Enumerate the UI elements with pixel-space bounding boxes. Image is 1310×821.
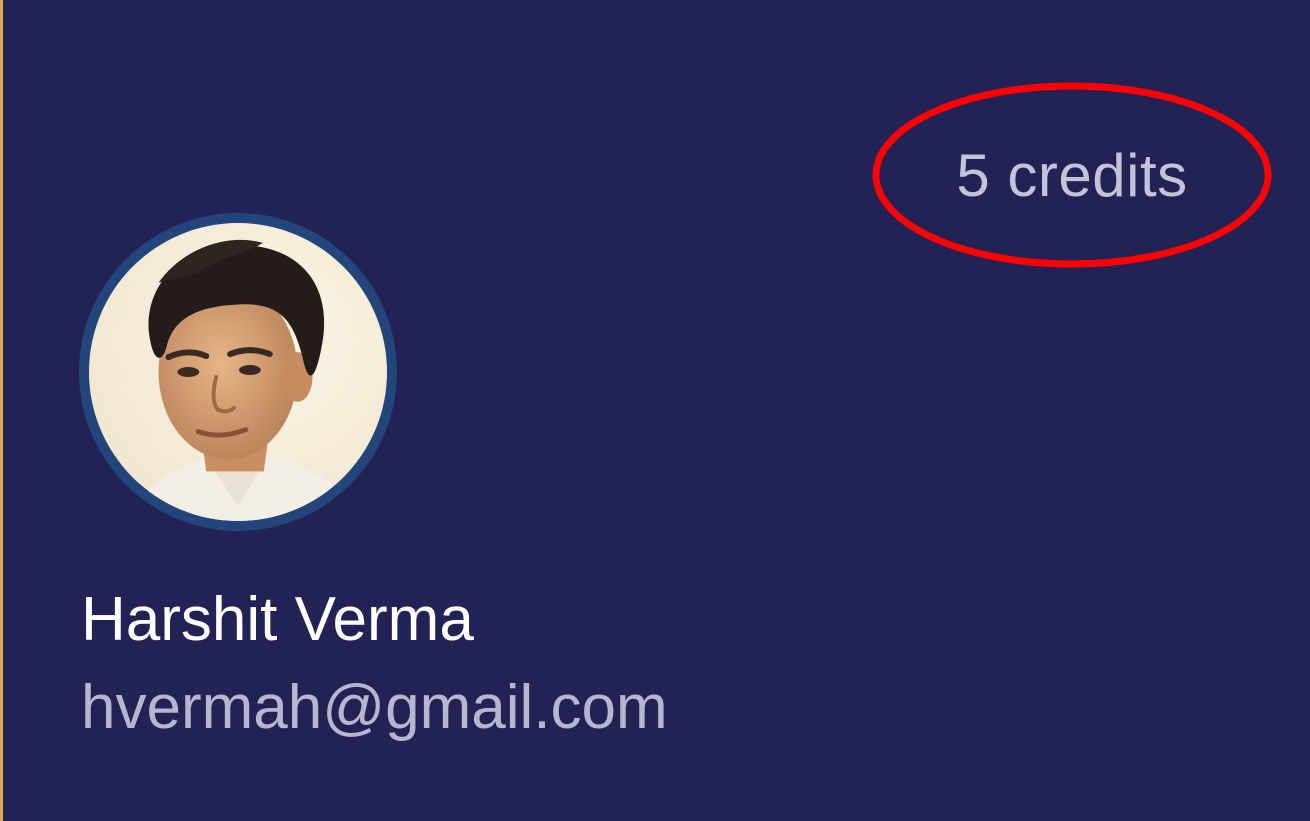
user-email: hvermah@gmail.com — [81, 673, 668, 742]
navigation-drawer-header: 5 credits Harshit Verma hvermah@gmail.co… — [0, 0, 1310, 821]
avatar[interactable] — [79, 213, 397, 531]
credits-label: 5 credits — [956, 141, 1188, 209]
credits-indicator[interactable]: 5 credits — [871, 80, 1273, 270]
user-name: Harshit Verma — [81, 585, 474, 654]
user-photo-icon — [89, 223, 387, 521]
